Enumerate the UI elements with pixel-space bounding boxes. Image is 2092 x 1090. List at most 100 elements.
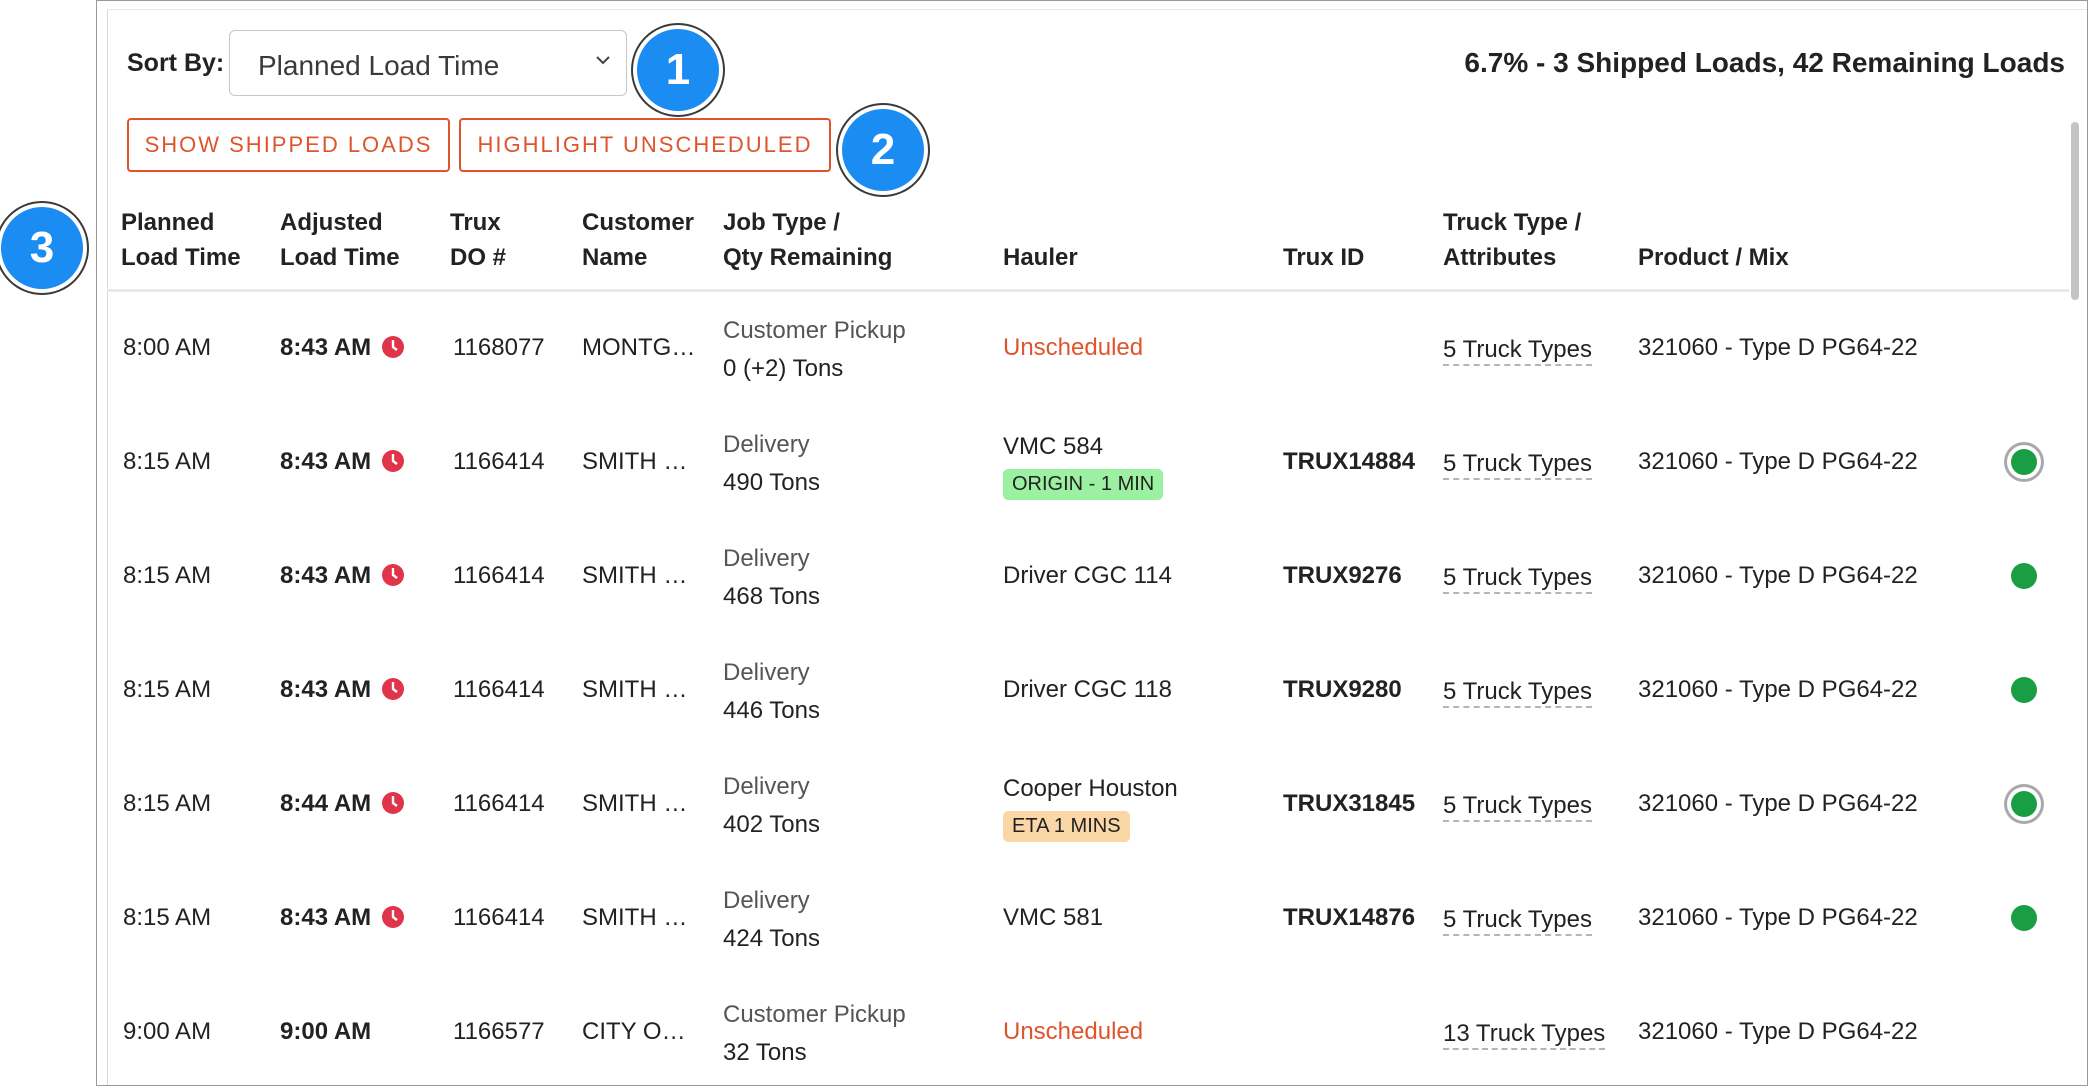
status-dot-icon [2011, 905, 2037, 931]
panel-inner-top [107, 9, 2087, 10]
col-header-line: Qty Remaining [723, 244, 893, 271]
planned-load-time: 8:00 AM [123, 334, 212, 361]
product-mix: 321060 - Type D PG64-22 [1638, 904, 1918, 931]
customer-name: SMITH … [582, 790, 688, 817]
truck-types-link[interactable]: 5 Truck Types [1443, 906, 1592, 936]
trux-id: TRUX9276 [1283, 562, 1402, 589]
eta-badge: ETA 1 MINS [1003, 811, 1130, 842]
planned-load-time: 8:15 AM [123, 790, 212, 817]
col-header-trux-do[interactable]: Trux DO # [450, 205, 506, 275]
highlight-unscheduled-button[interactable]: HIGHLIGHT UNSCHEDULED [459, 118, 831, 172]
callout-marker-1: 1 [637, 29, 719, 111]
truck-types-link[interactable]: 5 Truck Types [1443, 450, 1592, 480]
adjusted-load-time: 8:43 AM [280, 562, 372, 589]
customer-name: SMITH … [582, 904, 688, 931]
customer-name: MONTG… [582, 334, 696, 361]
product-mix: 321060 - Type D PG64-22 [1638, 334, 1918, 361]
col-header-planned-load-time[interactable]: Planned Load Time [121, 205, 241, 275]
status-badge: ORIGIN - 1 MIN [1003, 469, 1164, 500]
hauler-name: Driver CGC 114 [1003, 562, 1172, 589]
sort-select[interactable]: Planned Load Time [229, 30, 627, 96]
product-mix: 321060 - Type D PG64-22 [1638, 676, 1918, 703]
table-row[interactable]: 8:15 AM 8:43 AM 1166414 SMITH … Delivery 490 … [97, 405, 2087, 519]
col-header-product-mix[interactable]: Product / Mix [1638, 240, 1789, 275]
scrollbar-thumb[interactable] [2071, 122, 2079, 300]
planned-load-time: 8:15 AM [123, 904, 212, 931]
qty-remaining: 446 Tons [723, 697, 820, 724]
truck-types-link[interactable]: 5 Truck Types [1443, 336, 1592, 366]
status-dot-icon [2011, 449, 2037, 475]
col-header-line: Load Time [280, 244, 400, 271]
col-header-line: Load Time [121, 244, 241, 271]
customer-name: SMITH … [582, 562, 688, 589]
col-header-job-type[interactable]: Job Type / Qty Remaining [723, 205, 892, 275]
adjusted-load-time: 8:43 AM [280, 676, 372, 703]
col-header-trux-id[interactable]: Trux ID [1283, 240, 1364, 275]
show-shipped-loads-button[interactable]: SHOW SHIPPED LOADS [127, 118, 450, 172]
truck-types-label[interactable]: 5 Truck Types [1443, 906, 1592, 936]
product-mix: 321060 - Type D PG64-22 [1638, 562, 1918, 589]
trux-do-number: 1168077 [453, 334, 545, 361]
planned-load-time: 8:15 AM [123, 562, 212, 589]
origin-badge: ORIGIN - 1 MIN [1003, 469, 1164, 500]
clock-icon [382, 450, 404, 472]
callout-marker-2: 2 [842, 109, 924, 191]
status-dot-icon [2011, 677, 2037, 703]
qty-remaining: 32 Tons [723, 1039, 807, 1066]
hauler-name: VMC 581 [1003, 904, 1104, 931]
job-type: Delivery [723, 659, 810, 686]
job-type: Delivery [723, 545, 810, 572]
truck-types-label[interactable]: 5 Truck Types [1443, 792, 1592, 822]
table-row[interactable]: 8:00 AM 8:43 AM 1168077 MONTG… Customer Pick… [97, 291, 2087, 405]
table-row[interactable]: 8:15 AM 8:44 AM 1166414 SMITH … Delivery 402 … [97, 747, 2087, 861]
table-row[interactable]: 8:15 AM 8:43 AM 1166414 SMITH … Delivery 468 … [97, 519, 2087, 633]
sort-by-label: Sort By: [127, 49, 225, 77]
qty-remaining: 0 (+2) Tons [723, 355, 844, 382]
col-header-line: Name [582, 244, 648, 271]
truck-types-label[interactable]: 5 Truck Types [1443, 678, 1592, 708]
callout-marker-3: 3 [1, 207, 83, 289]
truck-types-link[interactable]: 13 Truck Types [1443, 1020, 1606, 1050]
truck-types-label[interactable]: 5 Truck Types [1443, 336, 1592, 366]
col-header-line: Adjusted [280, 209, 383, 236]
hauler-unscheduled: Unscheduled [1003, 334, 1144, 361]
job-type: Delivery [723, 887, 810, 914]
adjusted-load-time: 8:43 AM [280, 448, 372, 475]
table-row[interactable]: 8:15 AM 8:43 AM 1166414 SMITH … Delivery 446 … [97, 633, 2087, 747]
trux-id: TRUX31845 [1283, 790, 1416, 817]
truck-types-label[interactable]: 13 Truck Types [1443, 1020, 1606, 1050]
trux-do-number: 1166414 [453, 904, 545, 931]
col-header-hauler[interactable]: Hauler [1003, 240, 1078, 275]
clock-icon [382, 564, 404, 586]
hauler-name: Driver CGC 118 [1003, 676, 1172, 703]
col-header-truck-type[interactable]: Truck Type / Attributes [1443, 205, 1581, 275]
chevron-down-icon [596, 56, 610, 65]
table-row[interactable]: 9:00 AM 9:00 AM 1166577 CITY O… Customer Pic… [97, 975, 2087, 1085]
sort-select-value: Planned Load Time [258, 50, 500, 81]
truck-types-label[interactable]: 5 Truck Types [1443, 564, 1592, 594]
load-schedule-panel: Sort By: Planned Load Time 6.7% - 3 Ship… [96, 0, 2088, 1086]
table-row[interactable]: 8:15 AM 8:43 AM 1166414 SMITH … Delivery 424 … [97, 861, 2087, 975]
trux-do-number: 1166414 [453, 448, 545, 475]
status-dot-icon [2011, 563, 2037, 589]
hauler-name: Cooper Houston [1003, 775, 1178, 802]
truck-types-link[interactable]: 5 Truck Types [1443, 564, 1592, 594]
job-type: Customer Pickup [723, 1001, 906, 1028]
col-header-customer-name[interactable]: Customer Name [582, 205, 694, 275]
qty-remaining: 490 Tons [723, 469, 820, 496]
truck-types-label[interactable]: 5 Truck Types [1443, 450, 1592, 480]
col-header-line: Truck Type / [1443, 209, 1582, 236]
truck-types-link[interactable]: 5 Truck Types [1443, 792, 1592, 822]
planned-load-time: 8:15 AM [123, 448, 212, 475]
trux-id: TRUX14884 [1283, 448, 1416, 475]
col-header-line: Customer [582, 209, 695, 236]
col-header-adjusted-load-time[interactable]: Adjusted Load Time [280, 205, 400, 275]
planned-load-time: 8:15 AM [123, 676, 212, 703]
clock-icon [382, 336, 404, 358]
product-mix: 321060 - Type D PG64-22 [1638, 1018, 1918, 1045]
hauler-name: VMC 584 [1003, 433, 1104, 460]
col-header-line: Job Type / [723, 209, 840, 236]
col-header-line: Planned [121, 209, 215, 236]
planned-load-time: 9:00 AM [123, 1018, 212, 1045]
truck-types-link[interactable]: 5 Truck Types [1443, 678, 1592, 708]
